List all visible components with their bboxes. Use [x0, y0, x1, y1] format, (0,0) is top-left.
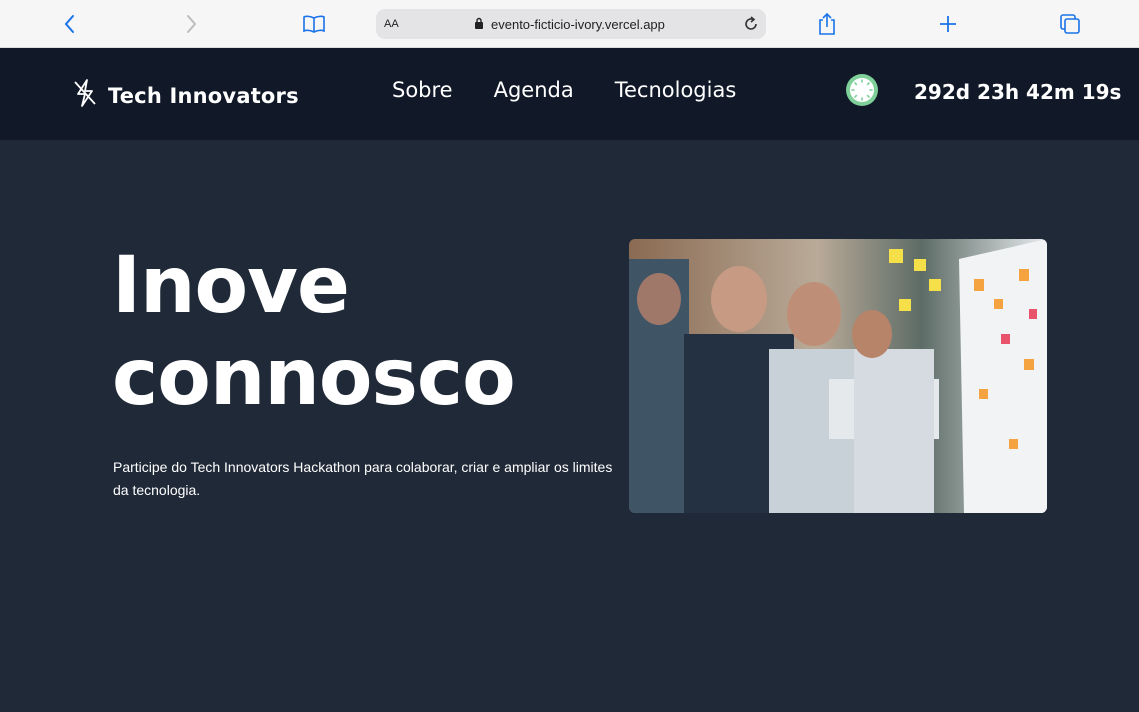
tabs-icon — [1060, 14, 1080, 34]
back-icon — [64, 15, 74, 33]
reader-button[interactable]: AA — [384, 18, 399, 30]
hero-title-line1: Inove — [112, 241, 350, 331]
tabs-button[interactable] — [1056, 10, 1084, 38]
hero-description: Participe do Tech Innovators Hackathon p… — [113, 459, 613, 498]
address-bar[interactable]: AA evento-ficticio-ivory.vercel.app — [376, 9, 766, 39]
browser-toolbar: AA evento-ficticio-ivory.vercel.app — [0, 0, 1139, 48]
main-nav: Sobre Agenda Tecnologias — [392, 78, 777, 102]
nav-link-sobre[interactable]: Sobre — [392, 78, 453, 102]
hero-image — [629, 239, 1047, 513]
hero-title-line2: connosco — [112, 333, 516, 423]
clock-icon — [846, 74, 878, 106]
share-icon — [819, 12, 835, 35]
new-tab-button[interactable] — [934, 10, 962, 38]
bookmarks-button[interactable] — [300, 10, 328, 38]
reload-icon[interactable] — [742, 15, 760, 38]
back-button[interactable] — [56, 10, 84, 38]
countdown-timer: 292d 23h 42m 19s — [914, 80, 1122, 104]
bolt-icon — [72, 78, 98, 113]
url-text[interactable]: evento-ficticio-ivory.vercel.app — [491, 17, 665, 32]
nav-link-tecnologias[interactable]: Tecnologias — [615, 78, 737, 102]
bookmarks-icon — [303, 15, 325, 33]
share-button[interactable] — [813, 10, 841, 38]
brand-name: Tech Innovators — [108, 83, 299, 108]
hero-title: Inove connosco — [112, 240, 516, 424]
new-tab-icon — [940, 16, 956, 32]
nav-link-agenda[interactable]: Agenda — [494, 78, 574, 102]
forward-icon — [187, 15, 197, 33]
lock-icon — [474, 17, 484, 35]
forward-button[interactable] — [177, 10, 205, 38]
brand-link[interactable]: Tech Innovators — [72, 78, 299, 113]
